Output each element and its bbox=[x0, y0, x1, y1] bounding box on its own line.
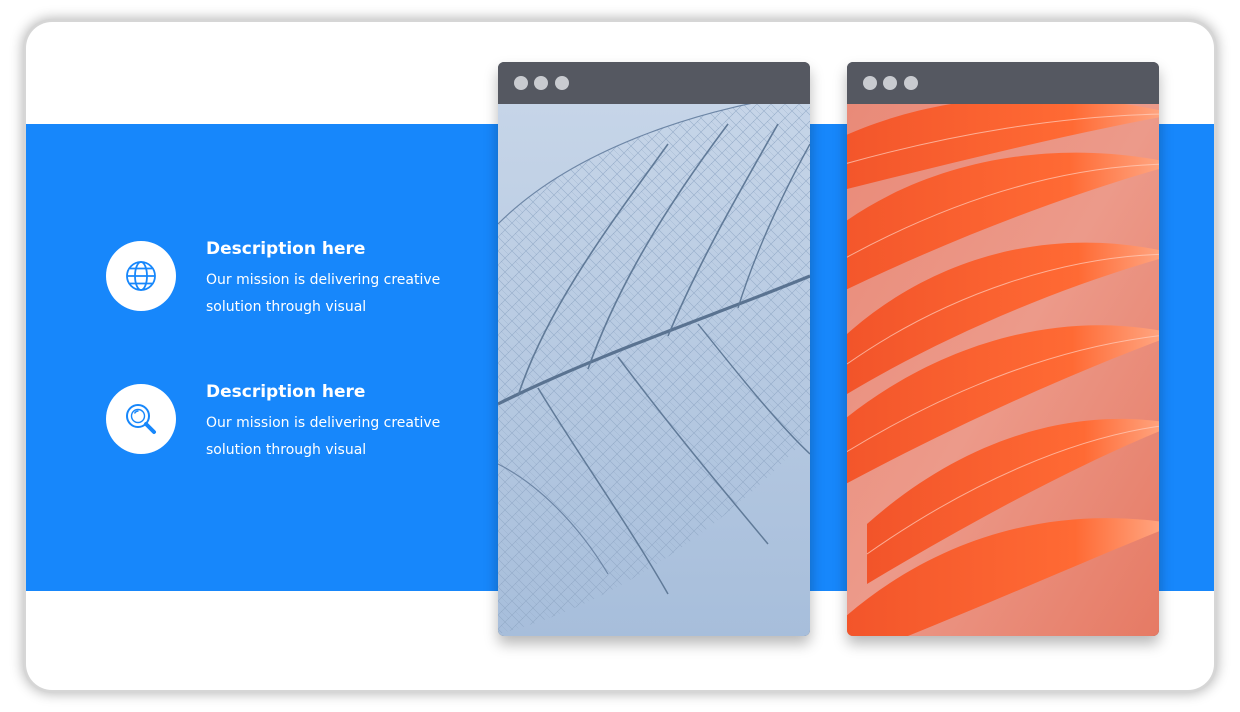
window-dot-icon bbox=[863, 76, 877, 90]
window-dot-icon bbox=[883, 76, 897, 90]
feature-title: Description here bbox=[206, 382, 366, 402]
window-dot-icon bbox=[534, 76, 548, 90]
browser-window-leaf bbox=[498, 62, 810, 636]
feature-item-2: Description here Our mission is deliveri… bbox=[106, 378, 466, 458]
globe-icon bbox=[126, 261, 156, 291]
feature-title: Description here bbox=[206, 239, 366, 259]
window-dot-icon bbox=[904, 76, 918, 90]
window-titlebar bbox=[498, 62, 810, 104]
feature-item-1: Description here Our mission is deliveri… bbox=[106, 235, 466, 315]
flamingo-feathers-photo bbox=[847, 104, 1159, 636]
browser-window-feathers bbox=[847, 62, 1159, 636]
icon-circle bbox=[106, 384, 176, 454]
feature-description: Our mission is delivering creative solut… bbox=[206, 415, 441, 458]
window-titlebar bbox=[847, 62, 1159, 104]
window-dot-icon bbox=[514, 76, 528, 90]
search-icon bbox=[126, 404, 156, 434]
icon-circle bbox=[106, 241, 176, 311]
leaf-skeleton-photo bbox=[498, 104, 810, 636]
slide: Description here Our mission is deliveri… bbox=[26, 22, 1214, 690]
slide-frame: Description here Our mission is deliveri… bbox=[0, 0, 1240, 712]
feature-description: Our mission is delivering creative solut… bbox=[206, 272, 441, 315]
window-dot-icon bbox=[555, 76, 569, 90]
